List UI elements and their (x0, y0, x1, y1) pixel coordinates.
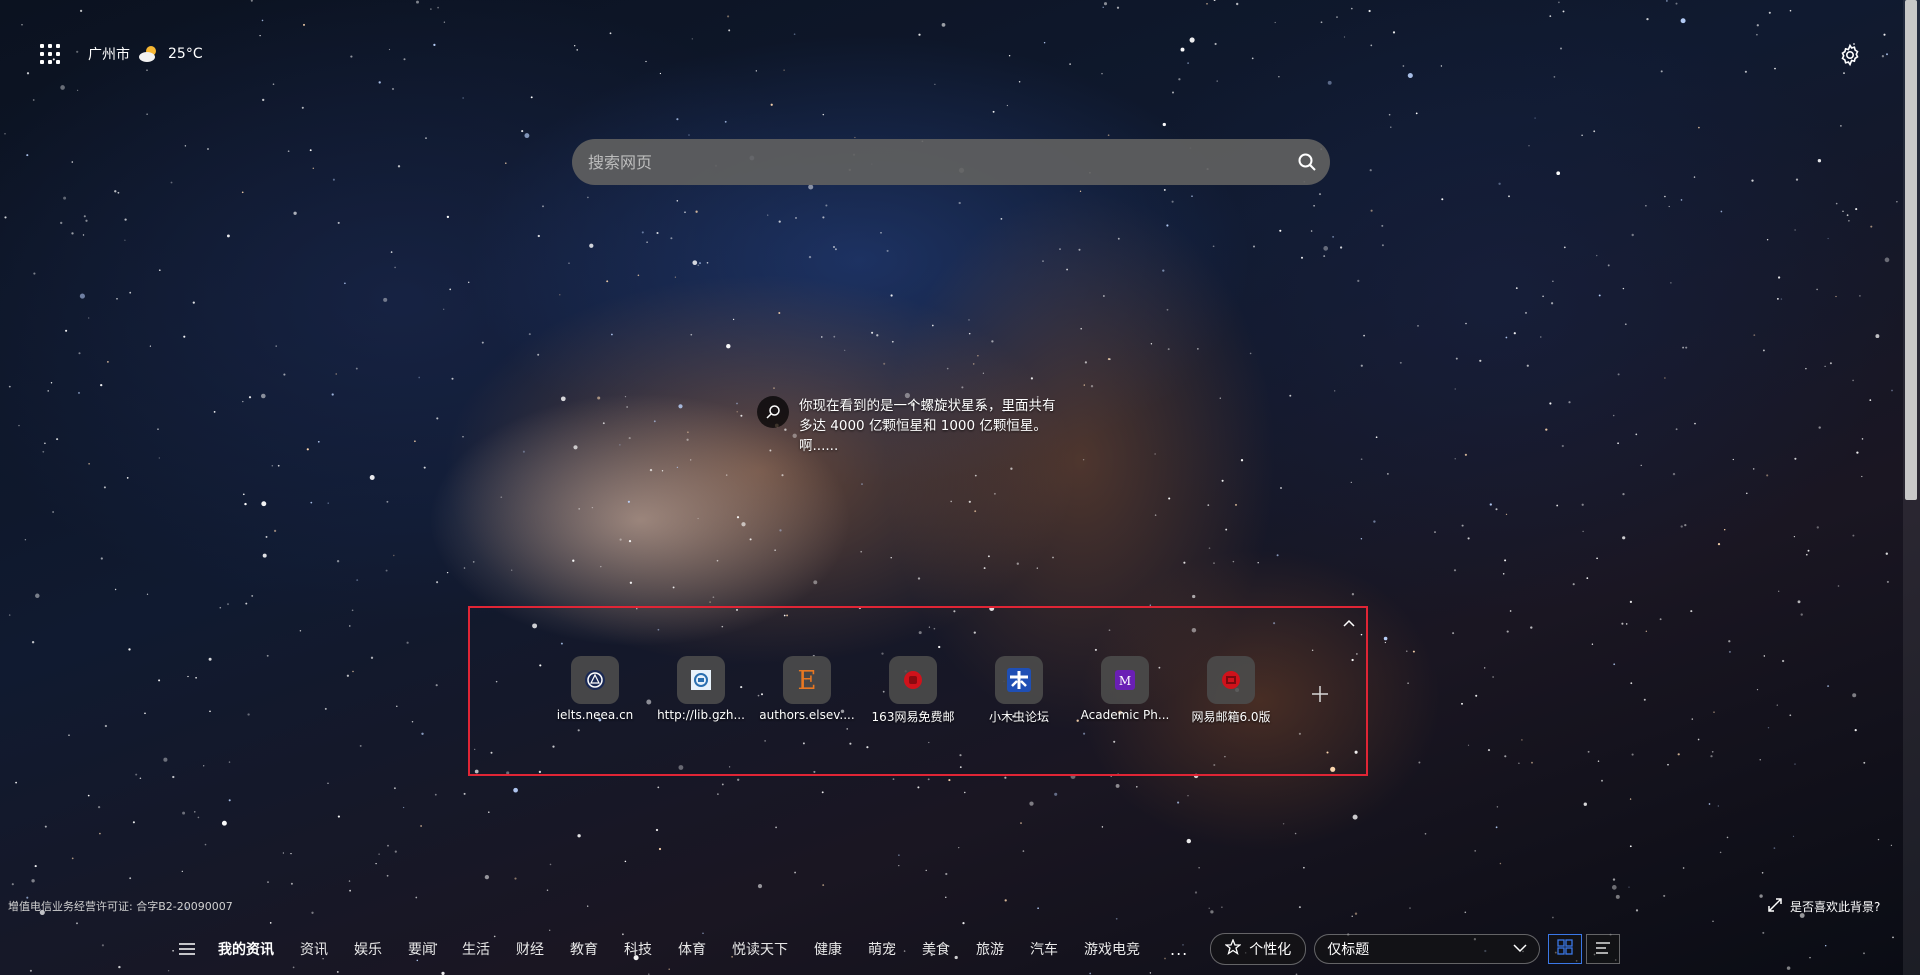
quick-link-tile[interactable]: ielts.neea.cn (542, 656, 648, 725)
city-label: 广州市 (88, 47, 130, 63)
search-bar[interactable] (572, 139, 1330, 185)
caption-search-icon[interactable] (757, 396, 789, 428)
list-view-button[interactable] (1586, 934, 1621, 964)
personalize-button[interactable]: 个性化 (1210, 933, 1307, 965)
nav-item-entertainment[interactable]: 娱乐 (354, 939, 382, 959)
nav-item-life[interactable]: 生活 (462, 939, 490, 959)
nav-item-news[interactable]: 资讯 (300, 939, 328, 959)
list-view-icon (1595, 940, 1611, 959)
nav-item-tech[interactable]: 科技 (624, 939, 652, 959)
netease-mail-6-icon (1207, 656, 1255, 704)
background-feedback[interactable]: 是否喜欢此背景? (1768, 898, 1880, 915)
news-category-bar: 我的资讯 资讯 娱乐 要闻 生活 财经 教育 科技 体育 悦读天下 健康 萌宠 … (170, 932, 1621, 966)
quick-link-label: http://lib.gzh... (657, 708, 745, 722)
scrollbar-thumb[interactable] (1905, 0, 1917, 500)
library-icon (677, 656, 725, 704)
nav-item-food[interactable]: 美食 (922, 939, 950, 959)
ielts-icon (571, 656, 619, 704)
quick-link-tile[interactable]: M Academic Ph... (1072, 656, 1178, 725)
nav-item-auto[interactable]: 汽车 (1030, 939, 1058, 959)
hamburger-menu-icon[interactable] (170, 932, 204, 966)
personalize-label: 个性化 (1249, 942, 1292, 958)
netease-mail-icon (889, 656, 937, 704)
nav-item-headlines[interactable]: 要闻 (408, 939, 436, 959)
quick-links-panel: ielts.neea.cn http://lib.gzh... E author… (468, 606, 1368, 776)
nav-item-sports[interactable]: 体育 (678, 939, 706, 959)
temperature-label: 25°C (168, 46, 203, 62)
partly-cloudy-icon (138, 45, 160, 63)
nav-item-travel[interactable]: 旅游 (976, 939, 1004, 959)
quick-link-label: 网易邮箱6.0版 (1191, 710, 1271, 724)
plus-icon[interactable] (1310, 684, 1330, 704)
nav-item-education[interactable]: 教育 (570, 939, 598, 959)
grid-view-button[interactable] (1548, 934, 1583, 964)
sparkle-icon (1224, 938, 1243, 959)
quick-link-label: ielts.neea.cn (556, 708, 634, 722)
quick-link-tile[interactable]: 网易邮箱6.0版 (1178, 656, 1284, 725)
quick-link-label: 小木虫论坛 (988, 710, 1049, 724)
weather-widget[interactable]: 广州市 25°C (88, 44, 203, 64)
nav-item-finance[interactable]: 财经 (516, 939, 544, 959)
quick-link-tile[interactable]: 小木虫论坛 (966, 656, 1072, 725)
search-icon[interactable] (1284, 139, 1330, 185)
quick-link-tile[interactable]: E authors.elsev.... (754, 656, 860, 725)
quick-link-tile[interactable]: http://lib.gzh... (648, 656, 754, 725)
quick-link-tile[interactable]: 163网易免费邮 (860, 656, 966, 725)
quick-link-label: authors.elsev.... (759, 708, 855, 722)
svg-text:E: E (798, 666, 817, 694)
svg-text:M: M (1119, 674, 1131, 688)
background-caption: 你现在看到的是一个螺旋状星系，里面共有多达 4000 亿颗恒星和 1000 亿颗… (757, 396, 1059, 456)
academic-icon: M (1101, 656, 1149, 704)
expand-icon (1768, 898, 1782, 915)
gear-icon[interactable] (1838, 43, 1862, 67)
chevron-up-icon[interactable] (1342, 616, 1356, 630)
nav-item-health[interactable]: 健康 (814, 939, 842, 959)
elsevier-icon: E (783, 656, 831, 704)
muchong-icon (995, 656, 1043, 704)
search-input[interactable] (572, 151, 1284, 173)
chevron-down-icon (1513, 941, 1527, 957)
display-mode-select[interactable]: 仅标题 (1314, 934, 1541, 964)
nav-item-my-news[interactable]: 我的资讯 (218, 939, 274, 959)
license-text[interactable]: 增值电信业务经营许可证: 合字B2-20090007 (8, 898, 233, 914)
quick-link-label: 163网易免费邮 (871, 710, 955, 724)
nav-item-gaming[interactable]: 游戏电竞 (1084, 939, 1140, 959)
background-feedback-label: 是否喜欢此背景? (1790, 900, 1881, 914)
apps-grid-icon[interactable] (40, 44, 60, 64)
quick-link-label: Academic Ph... (1080, 708, 1170, 722)
more-categories-button[interactable]: ... (1170, 940, 1188, 959)
nav-item-pets[interactable]: 萌宠 (868, 939, 896, 959)
display-mode-value: 仅标题 (1327, 942, 1370, 958)
grid-view-icon (1557, 939, 1573, 959)
caption-text: 你现在看到的是一个螺旋状星系，里面共有多达 4000 亿颗恒星和 1000 亿颗… (799, 398, 1056, 454)
nav-item-reading[interactable]: 悦读天下 (732, 939, 788, 959)
